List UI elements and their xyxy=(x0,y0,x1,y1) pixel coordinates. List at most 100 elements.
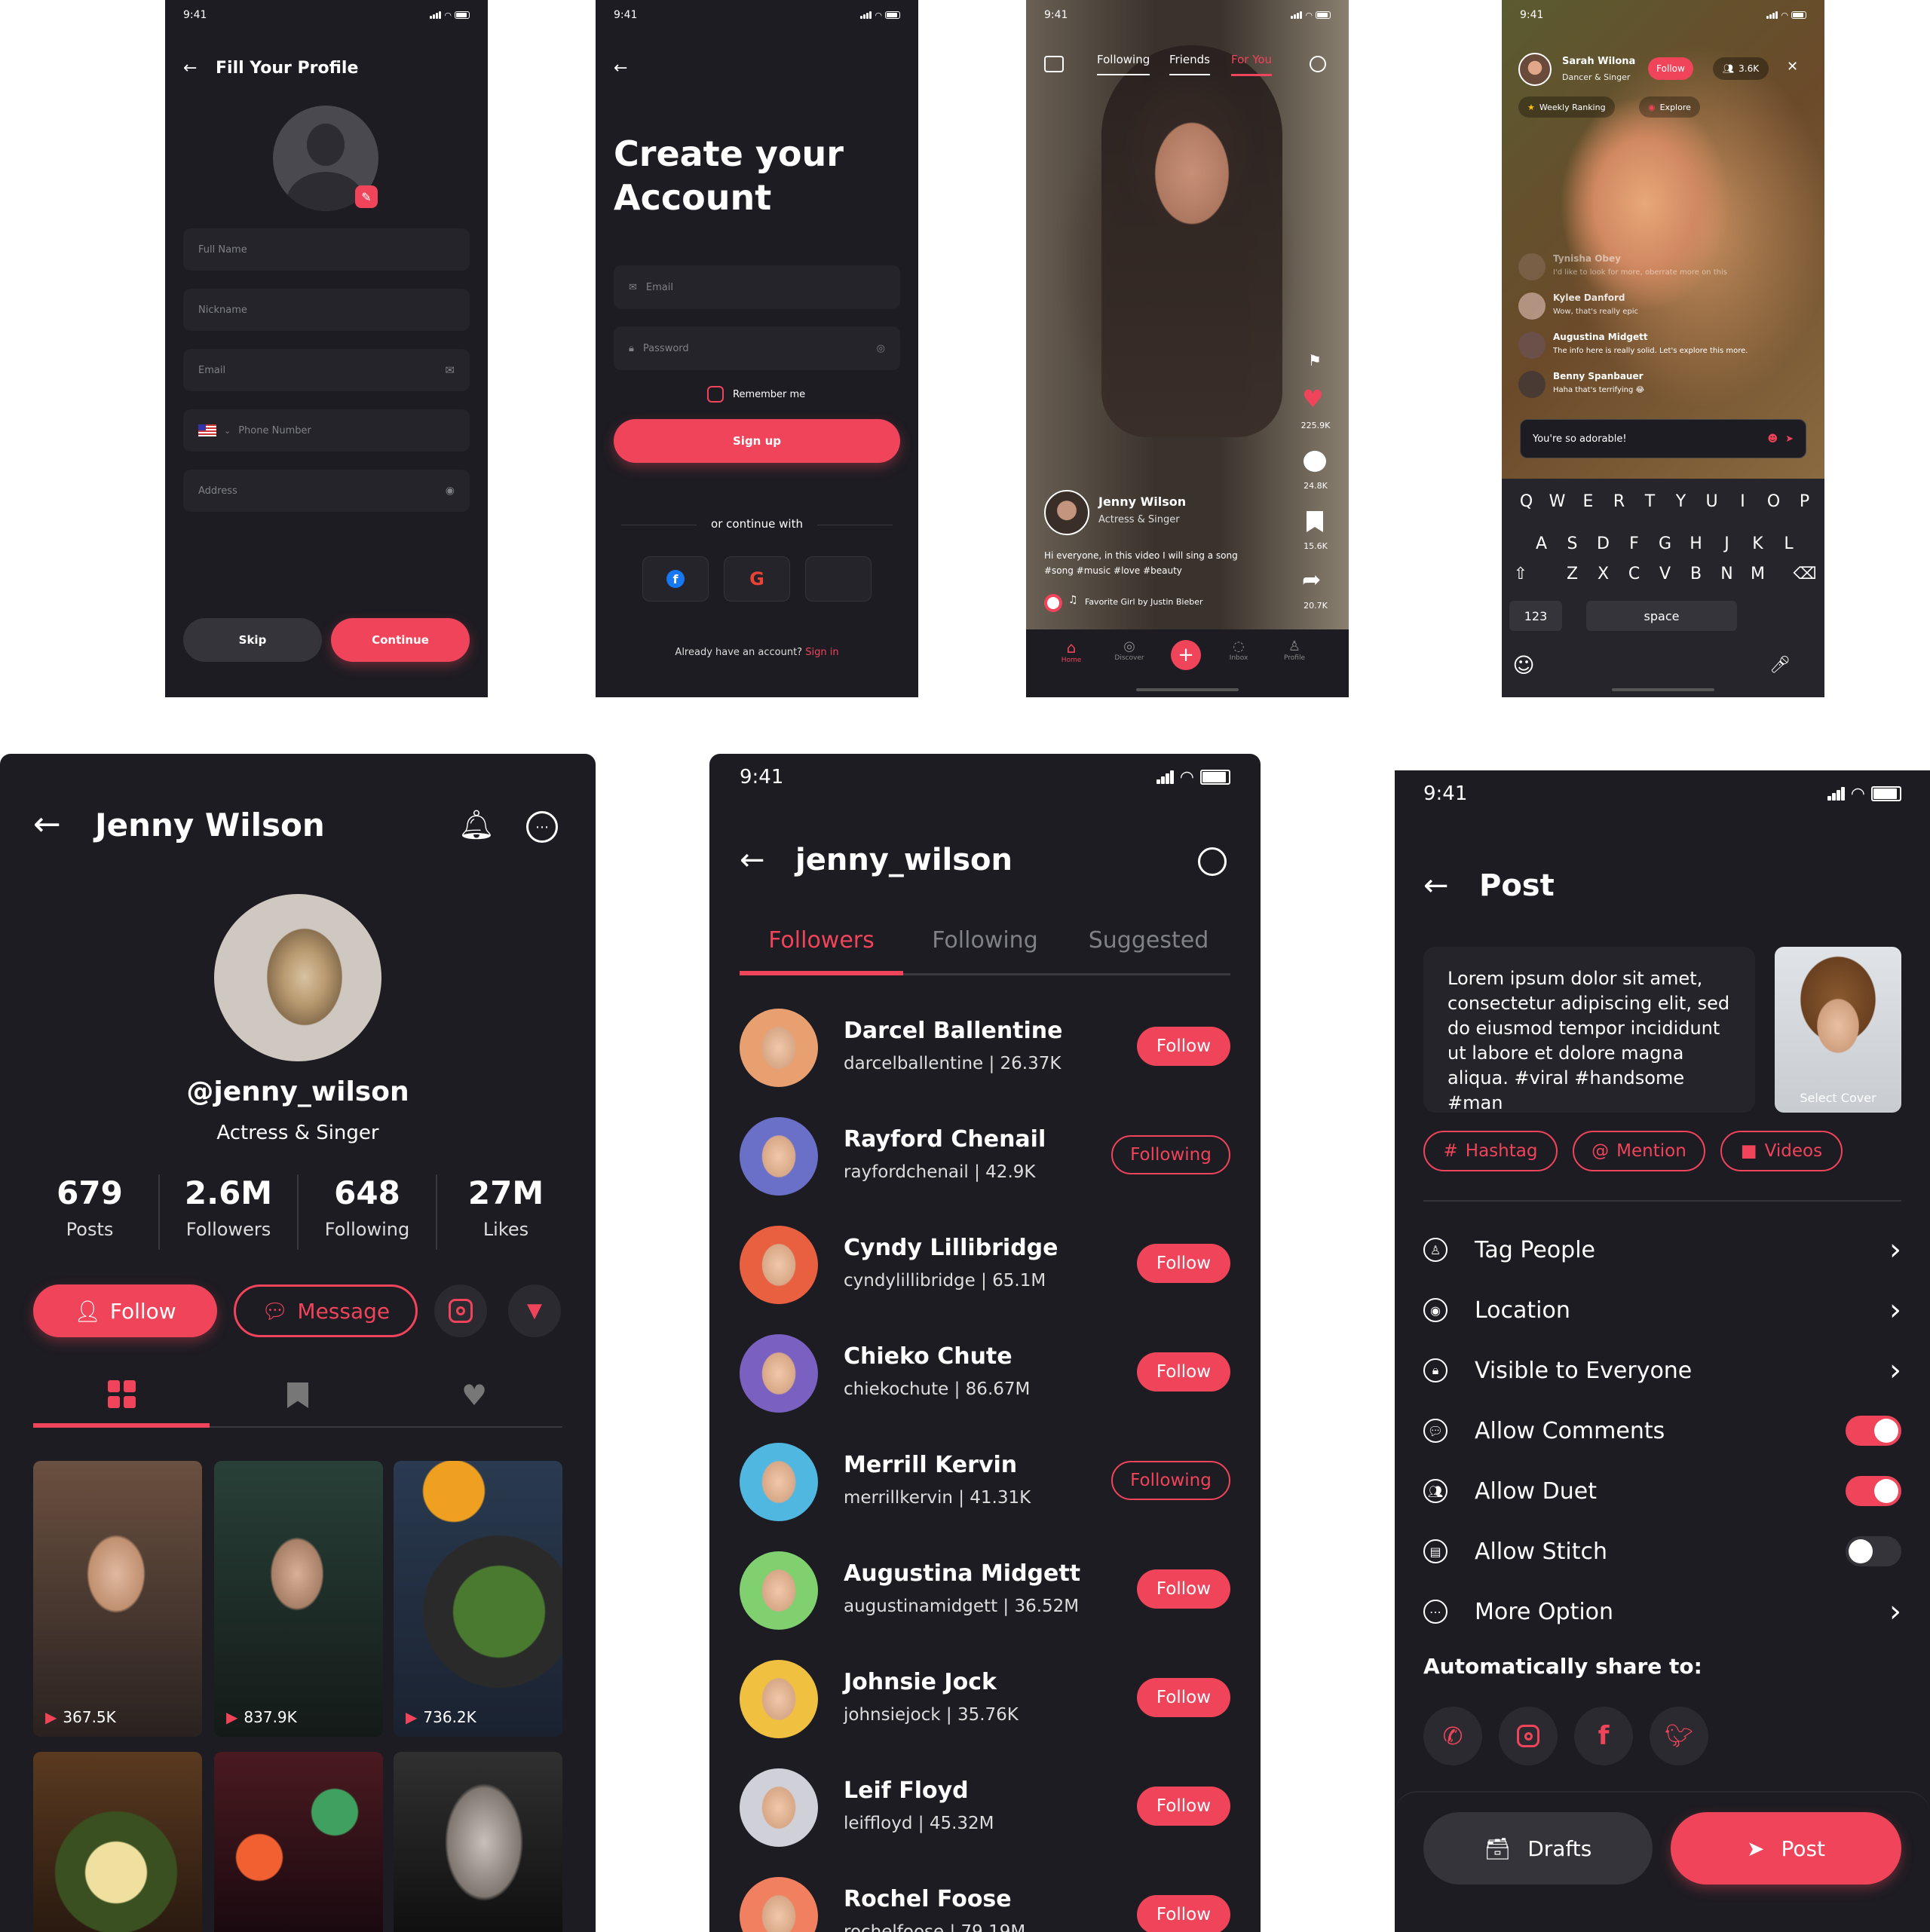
stat-following[interactable]: 648 Following xyxy=(299,1174,437,1250)
bell-icon[interactable]: 🔔︎ xyxy=(458,808,495,842)
videos-chip[interactable]: ■ Videos xyxy=(1720,1131,1843,1171)
signup-button[interactable]: Sign up xyxy=(614,419,900,463)
whatsapp-share[interactable]: ✆ xyxy=(1423,1707,1482,1765)
follower-avatar[interactable] xyxy=(740,1768,818,1847)
key-t[interactable]: T xyxy=(1634,486,1665,516)
full-name-field[interactable]: Full Name xyxy=(183,228,470,271)
google-login-button[interactable]: G xyxy=(724,556,790,602)
create-post-button[interactable]: + xyxy=(1171,640,1201,670)
nav-home[interactable]: ⌂ Home xyxy=(1056,638,1086,664)
nav-discover[interactable]: ◎ Discover xyxy=(1111,638,1148,662)
option-location[interactable]: ◉ Location › xyxy=(1423,1287,1901,1333)
key-v[interactable]: V xyxy=(1650,559,1680,589)
toggle-switch[interactable] xyxy=(1846,1536,1901,1566)
key-n[interactable]: N xyxy=(1711,559,1742,589)
emoji-keyboard-icon[interactable]: ☺ xyxy=(1512,653,1535,678)
edit-avatar-icon[interactable]: ✎ xyxy=(355,185,378,208)
video-thumb[interactable]: ▶ 367.5K xyxy=(33,1461,202,1737)
key-m[interactable]: M xyxy=(1742,559,1773,589)
tab-for-you[interactable]: For You xyxy=(1231,53,1273,76)
key-backspace[interactable]: ⌫ xyxy=(1791,559,1818,589)
back-arrow-icon[interactable]: ← xyxy=(614,59,627,78)
follow-host-button[interactable]: Follow xyxy=(1648,57,1693,80)
tab-saved[interactable] xyxy=(210,1364,386,1428)
key-k[interactable]: K xyxy=(1742,528,1773,559)
chevron-right-icon[interactable]: › xyxy=(1889,1594,1901,1629)
post-button[interactable]: ➤ Post xyxy=(1671,1812,1901,1885)
facebook-login-button[interactable]: f xyxy=(642,556,709,602)
key-l[interactable]: L xyxy=(1773,528,1804,559)
tab-grid[interactable] xyxy=(33,1364,210,1428)
follow-button[interactable]: Follow xyxy=(1137,1787,1230,1826)
key-j[interactable]: J xyxy=(1711,528,1742,559)
instagram-button[interactable] xyxy=(434,1284,487,1337)
back-arrow-icon[interactable]: ← xyxy=(740,843,765,877)
select-cover-label[interactable]: Select Cover xyxy=(1775,1091,1901,1105)
share-icon[interactable]: ➦ xyxy=(1302,567,1321,593)
address-field[interactable]: Address ◉ xyxy=(183,470,470,512)
key-i[interactable]: I xyxy=(1727,486,1758,516)
follow-button[interactable]: Follow xyxy=(1137,1352,1230,1392)
tab-liked[interactable]: ♥ xyxy=(386,1364,562,1428)
instagram-share[interactable] xyxy=(1499,1707,1558,1765)
key-b[interactable]: B xyxy=(1680,559,1711,589)
follow-button[interactable]: Follow xyxy=(1137,1027,1230,1066)
caption-input[interactable]: Lorem ipsum dolor sit amet, consectetur … xyxy=(1423,947,1755,1113)
email-field[interactable]: Email ✉ xyxy=(183,349,470,391)
key-e[interactable]: E xyxy=(1573,486,1604,516)
follower-name[interactable]: Leif Floyd xyxy=(844,1777,969,1804)
key-u[interactable]: U xyxy=(1696,486,1727,516)
signin-link[interactable]: Sign in xyxy=(805,647,838,658)
video-cover[interactable]: Select Cover xyxy=(1775,947,1901,1113)
back-arrow-icon[interactable]: ← xyxy=(183,59,197,78)
follow-button[interactable]: Follow xyxy=(1137,1569,1230,1609)
video-thumb[interactable]: ▶ 736.2K xyxy=(394,1461,562,1737)
continue-button[interactable]: Continue xyxy=(331,618,470,662)
weekly-ranking-badge[interactable]: ★ Weekly Ranking xyxy=(1518,96,1615,118)
nickname-field[interactable]: Nickname xyxy=(183,289,470,331)
key-f[interactable]: F xyxy=(1619,528,1650,559)
key-s[interactable]: S xyxy=(1557,528,1588,559)
more-options-icon[interactable]: ⋯ xyxy=(526,811,558,843)
explore-badge[interactable]: ◉ Explore xyxy=(1639,96,1700,118)
video-thumb[interactable]: ▶ 837.9K xyxy=(214,1461,383,1737)
flag-icon[interactable]: ⚑ xyxy=(1308,351,1322,369)
host-avatar[interactable] xyxy=(1518,53,1552,86)
follow-button[interactable]: Follow xyxy=(1137,1678,1230,1717)
key-r[interactable]: R xyxy=(1604,486,1634,516)
mention-chip[interactable]: @ Mention xyxy=(1573,1131,1705,1171)
follower-avatar[interactable] xyxy=(740,1226,818,1304)
follower-row[interactable]: Johnsie Jock johnsiejock | 35.76K Follow xyxy=(740,1660,1230,1743)
follower-avatar[interactable] xyxy=(740,1660,818,1738)
key-p[interactable]: P xyxy=(1789,486,1820,516)
profile-avatar[interactable] xyxy=(214,894,381,1061)
checkbox-icon[interactable] xyxy=(707,386,724,403)
skip-button[interactable]: Skip xyxy=(183,618,322,662)
follower-name[interactable]: Chieko Chute xyxy=(844,1343,1012,1370)
follower-avatar[interactable] xyxy=(740,1877,818,1932)
follower-row[interactable]: Leif Floyd leiffloyd | 45.32M Follow xyxy=(740,1768,1230,1851)
follower-avatar[interactable] xyxy=(740,1334,818,1413)
follow-button[interactable]: 👤︎ Follow xyxy=(33,1284,217,1337)
drafts-button[interactable]: 🗃︎ Drafts xyxy=(1423,1812,1653,1885)
follower-row[interactable]: Chieko Chute chiekochute | 86.67M Follow xyxy=(740,1334,1230,1417)
option-allow-comments[interactable]: 💬︎ Allow Comments xyxy=(1423,1408,1901,1453)
key-q[interactable]: Q xyxy=(1511,486,1542,516)
tab-friends[interactable]: Friends xyxy=(1169,53,1210,75)
follower-name[interactable]: Darcel Ballentine xyxy=(844,1018,1063,1044)
key-123[interactable]: 123 xyxy=(1509,601,1562,631)
tab-following[interactable]: Following xyxy=(1097,53,1150,75)
music-title[interactable]: Favorite Girl by Justin Bieber xyxy=(1085,597,1203,607)
chevron-right-icon[interactable]: › xyxy=(1889,1232,1901,1267)
microphone-icon[interactable]: 🎤︎ xyxy=(1769,654,1791,676)
remember-me-checkbox[interactable]: Remember me xyxy=(707,386,805,403)
back-arrow-icon[interactable]: ← xyxy=(1423,868,1449,903)
us-flag-icon[interactable] xyxy=(198,424,216,436)
stat-followers[interactable]: 2.6M Followers xyxy=(160,1174,299,1250)
stat-posts[interactable]: 679 Posts xyxy=(21,1174,160,1250)
key-a[interactable]: A xyxy=(1526,528,1557,559)
emoji-icon[interactable]: ☻ xyxy=(1768,433,1778,445)
follower-row[interactable]: Cyndy Lillibridge cyndylillibridge | 65.1… xyxy=(740,1226,1230,1309)
hashtag-chip[interactable]: # Hashtag xyxy=(1423,1131,1558,1171)
video-thumb[interactable] xyxy=(214,1752,383,1932)
